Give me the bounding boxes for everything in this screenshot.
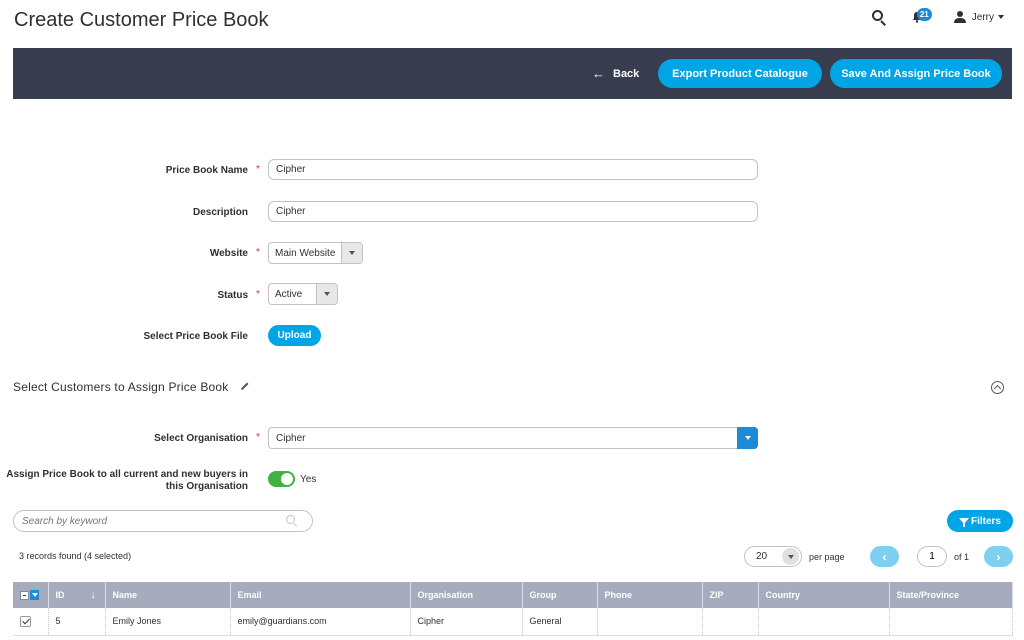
required-marker: * [256,247,260,258]
back-button[interactable]: ← Back [592,65,639,82]
section-title: Select Customers to Assign Price Book [13,380,229,394]
user-icon [953,11,966,23]
price-book-name-label: Price Book Name [165,165,248,176]
back-label: Back [613,67,640,80]
filters-label: Filters [970,515,1001,527]
column-header-country[interactable]: Country [758,582,890,608]
organisation-select[interactable]: Cipher [268,427,758,449]
notification-count-badge: 21 [916,8,932,21]
search-icon[interactable] [871,9,887,26]
export-product-catalogue-button[interactable]: Export Product Catalogue [658,59,822,88]
cell-state [889,608,1013,636]
chevron-down-icon [782,548,799,565]
chevron-down-icon [341,243,362,263]
customers-grid: ID ↓ Name Email Organisation Group Phone … [13,582,1013,636]
description-label: Description [192,207,248,218]
cell-organisation: Cipher [410,608,523,636]
cell-country [758,608,890,636]
current-page-input[interactable] [917,546,947,567]
previous-page-button[interactable]: ‹ [870,546,899,567]
column-header-state[interactable]: State/Province [889,582,1013,608]
arrow-left-icon: ← [592,66,605,81]
column-header-email[interactable]: Email [230,582,411,608]
price-book-file-label: Select Price Book File [143,331,249,342]
funnel-icon [958,518,969,527]
organisation-select-value: Cipher [276,432,306,444]
column-header-organisation[interactable]: Organisation [410,582,523,608]
select-all-header[interactable] [13,582,49,608]
cell-group: General [522,608,598,636]
upload-button[interactable]: Upload [268,325,321,346]
website-select[interactable]: Main Website [268,242,363,264]
status-label: Status [217,290,248,301]
chevron-down-icon[interactable] [30,590,39,600]
column-header-zip[interactable]: ZIP [702,582,759,608]
cell-zip [702,608,759,636]
cell-name: Emily Jones [105,608,231,636]
table-row[interactable]: 5 Emily Jones emily@guardians.com Cipher… [13,608,1013,636]
status-select-value: Active [275,288,303,300]
cell-id: 5 [48,608,106,636]
collapse-icon[interactable] [991,381,1004,394]
assign-all-toggle-text: Yes [300,474,317,485]
next-page-button[interactable]: › [984,546,1013,567]
page-title: Create Customer Price Book [14,9,269,31]
price-book-name-input[interactable] [268,159,758,180]
required-marker: * [256,432,260,443]
notifications[interactable]: 21 [911,8,935,26]
select-all-checkbox[interactable] [20,590,29,600]
header-actions: 21 Jerry [871,8,1004,26]
user-name: Jerry [971,11,994,23]
sort-arrow-icon: ↓ [90,589,96,601]
action-toolbar: ← Back Export Product Catalogue Save And… [13,48,1012,99]
chevron-down-icon [737,427,758,449]
chevron-left-icon: ‹ [882,549,887,564]
select-organisation-label: Select Organisation [154,433,248,444]
row-select-cell[interactable] [13,608,49,636]
filters-button[interactable]: Filters [947,510,1013,532]
keyword-search-input[interactable] [13,510,313,532]
per-page-select[interactable]: 20 [744,546,802,567]
status-select[interactable]: Active [268,283,338,305]
column-header-phone[interactable]: Phone [597,582,703,608]
column-header-name[interactable]: Name [105,582,231,608]
required-marker: * [256,164,260,175]
column-header-id[interactable]: ID ↓ [48,582,106,608]
row-checkbox[interactable] [20,615,31,627]
description-input[interactable] [268,201,758,222]
column-header-group[interactable]: Group [522,582,598,608]
search-icon[interactable] [286,515,298,527]
chevron-right-icon: › [996,549,1001,564]
grid-header-row: ID ↓ Name Email Organisation Group Phone … [13,582,1013,608]
user-menu[interactable]: Jerry [953,10,1004,24]
chevron-down-icon [316,284,337,304]
pencil-icon[interactable] [240,381,250,391]
cell-phone [597,608,703,636]
assign-all-label: Assign Price Book to all current and new… [6,469,248,492]
cell-email: emily@guardians.com [230,608,411,636]
records-count: 3 records found (4 selected) [19,551,132,561]
per-page-label: per page [809,552,845,562]
total-pages: of 1 [954,552,970,562]
chevron-down-icon [998,15,1004,19]
required-marker: * [256,289,260,300]
assign-all-toggle[interactable] [268,471,295,487]
per-page-value: 20 [756,551,768,562]
website-select-value: Main Website [275,247,336,259]
website-label: Website [209,248,248,259]
save-and-assign-button[interactable]: Save And Assign Price Book [830,59,1002,88]
